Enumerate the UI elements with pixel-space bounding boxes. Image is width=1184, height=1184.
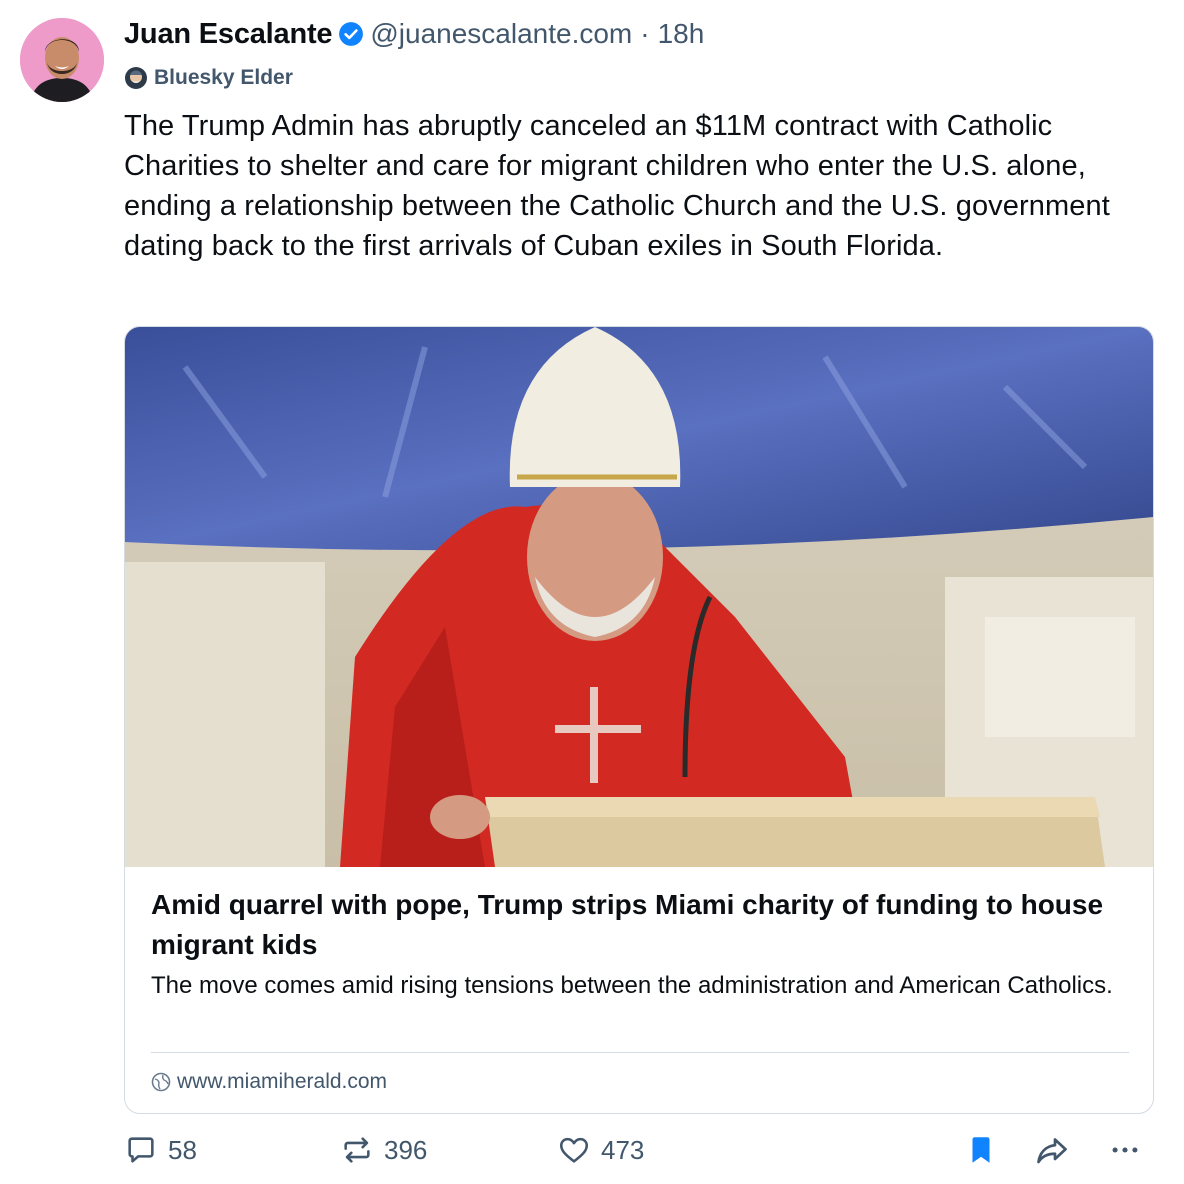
author-handle[interactable]: @juanescalante.com <box>370 18 632 50</box>
separator-dot: · <box>640 18 650 49</box>
globe-icon <box>151 1072 171 1092</box>
author-avatar[interactable] <box>20 18 104 102</box>
link-card[interactable]: Amid quarrel with pope, Trump strips Mia… <box>124 326 1154 1114</box>
like-button[interactable]: 473 <box>557 1128 644 1172</box>
share-button[interactable] <box>1034 1128 1070 1172</box>
link-card-title[interactable]: Amid quarrel with pope, Trump strips Mia… <box>151 885 1131 965</box>
profile-badge: Bluesky Elder <box>124 62 293 94</box>
post-timestamp[interactable]: 18h <box>658 18 705 50</box>
post-actions: 58 396 473 <box>124 1128 1154 1172</box>
like-icon <box>557 1133 591 1167</box>
repost-button[interactable]: 396 <box>340 1128 427 1172</box>
reply-icon <box>124 1133 158 1167</box>
card-divider <box>151 1052 1129 1053</box>
repost-icon <box>340 1133 374 1167</box>
link-card-domain: www.miamiherald.com <box>177 1070 388 1093</box>
link-card-description: The move comes amid rising tensions betw… <box>151 972 1113 999</box>
reply-count: 58 <box>168 1134 197 1165</box>
link-card-image[interactable] <box>125 327 1153 867</box>
more-icon <box>1108 1133 1142 1167</box>
reply-button[interactable]: 58 <box>124 1128 197 1172</box>
bookmark-button[interactable] <box>964 1128 998 1172</box>
verified-icon <box>338 21 364 47</box>
post-header: Juan Escalante @juanescalante.com · 18h <box>124 14 704 54</box>
repost-count: 396 <box>384 1134 428 1165</box>
like-count: 473 <box>601 1134 645 1165</box>
badge-label: Bluesky Elder <box>154 66 293 89</box>
link-card-source[interactable]: www.miamiherald.com <box>151 1067 387 1097</box>
bookmark-icon <box>964 1133 998 1167</box>
author-name[interactable]: Juan Escalante <box>124 18 333 51</box>
more-options-button[interactable] <box>1108 1128 1142 1172</box>
post-text: The Trump Admin has abruptly canceled an… <box>124 110 1110 262</box>
share-icon <box>1034 1132 1070 1168</box>
elder-badge-icon <box>124 66 148 90</box>
